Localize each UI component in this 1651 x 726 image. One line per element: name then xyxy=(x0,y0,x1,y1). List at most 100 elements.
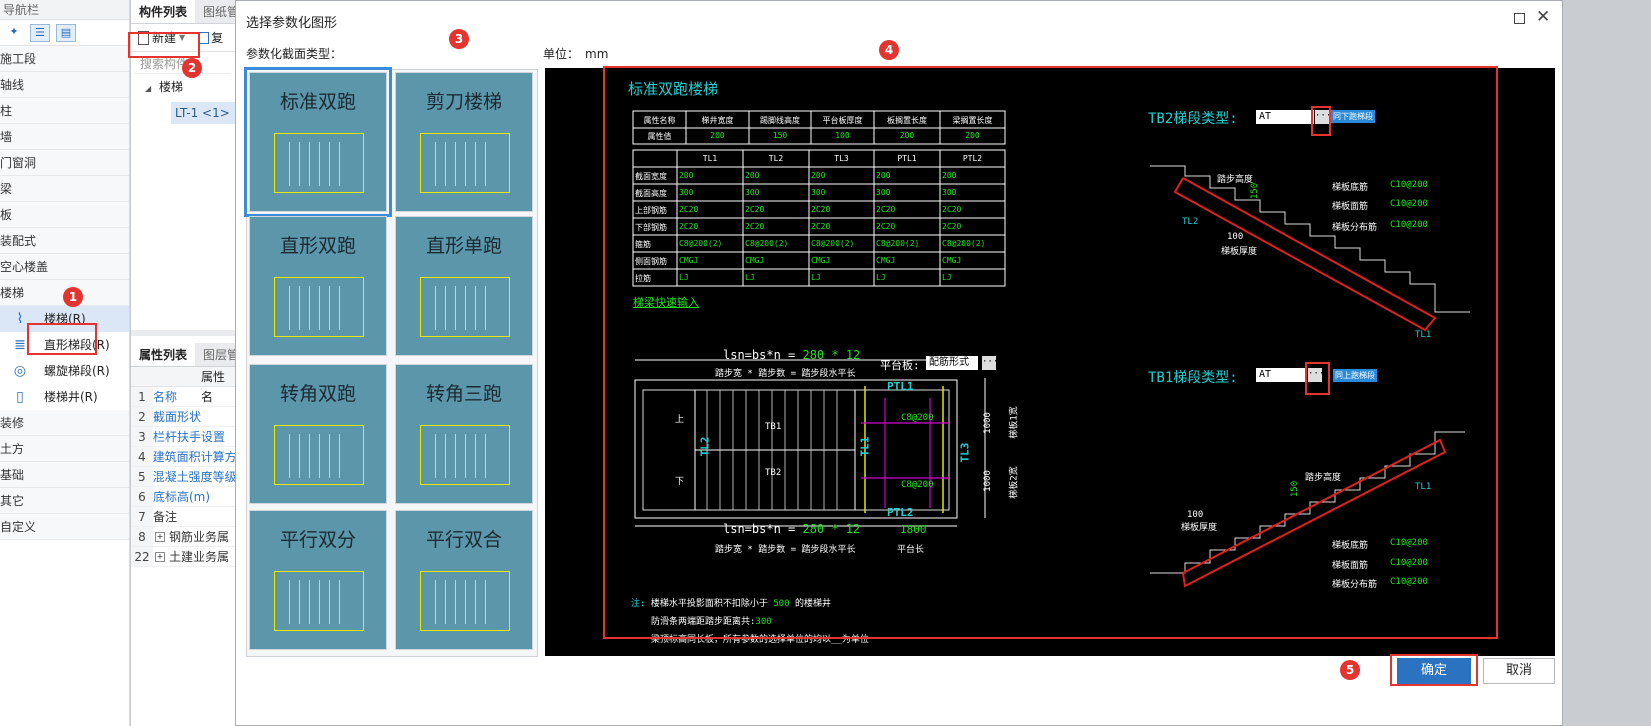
property-row[interactable]: 2 截面形状 xyxy=(131,407,235,427)
stair-step-line xyxy=(319,580,320,624)
shape-tile[interactable]: 剪刀楼梯 xyxy=(395,72,533,212)
stair-step-line xyxy=(465,434,466,478)
nav-group[interactable]: 土方 xyxy=(0,436,129,462)
nav-group[interactable]: 柱 xyxy=(0,98,129,124)
shape-tile-label: 标准双跑 xyxy=(279,91,356,113)
straight-flight-icon: ≣ xyxy=(14,337,26,353)
shape-tile[interactable]: 转角三跑 xyxy=(395,364,533,504)
shape-tile-label: 平行双分 xyxy=(279,529,356,551)
nav-group[interactable]: 墙 xyxy=(0,124,129,150)
list-view-icon[interactable]: ☰ xyxy=(30,23,50,42)
stair-step-line xyxy=(339,286,340,330)
stair-plan-icon xyxy=(274,133,364,193)
shape-tile[interactable]: 转角双跑 xyxy=(249,364,387,504)
dialog-title: 选择参数化图形 xyxy=(246,16,338,31)
nav-toolbar: ✦ ☰ ▤ xyxy=(0,20,129,46)
property-row-number: 22 xyxy=(131,547,153,566)
stair-step-line xyxy=(465,142,466,186)
nav-group[interactable]: 基础 xyxy=(0,462,129,488)
pin-icon[interactable]: ✦ xyxy=(4,24,24,42)
tree-root[interactable]: ◢ 楼梯 xyxy=(131,76,235,98)
expand-icon[interactable]: + xyxy=(155,552,165,562)
property-row-name: 底标高(m) xyxy=(153,490,211,504)
property-row-number: 7 xyxy=(131,507,153,526)
property-row[interactable]: 8 + 钢筋业务属 xyxy=(131,527,235,547)
shape-tile-label: 转角三跑 xyxy=(425,383,502,405)
detail-view-icon[interactable]: ▤ xyxy=(56,23,76,42)
shape-tile[interactable]: 平行双合 xyxy=(395,510,533,650)
nav-group[interactable]: 其它 xyxy=(0,488,129,514)
stairwell-icon: ▯ xyxy=(16,389,24,405)
stair-step-line xyxy=(445,142,446,186)
stair-step-line xyxy=(435,580,436,624)
section-type-label: 参数化截面类型： xyxy=(246,47,343,61)
property-row[interactable]: 1 名称 xyxy=(131,387,235,407)
tab-component-list[interactable]: 构件列表 xyxy=(131,0,196,23)
stair-plan-icon xyxy=(274,277,364,337)
stair-plan-icon xyxy=(274,425,364,485)
property-row[interactable]: 3 栏杆扶手设置 xyxy=(131,427,235,447)
nav-group[interactable]: 板 xyxy=(0,202,129,228)
stair-step-line xyxy=(319,434,320,478)
nav-item-stairwell[interactable]: ▯ 楼梯井(R) xyxy=(0,384,129,410)
stair-step-line xyxy=(339,434,340,478)
nav-group-list: 施工段 轴线柱墙门窗洞梁板装配式 空心楼盖 楼梯 xyxy=(0,46,129,306)
shape-tile[interactable]: 平行双分 xyxy=(249,510,387,650)
property-row-number: 3 xyxy=(131,427,153,446)
property-row-name: 名称 xyxy=(153,390,178,404)
panel-divider xyxy=(131,330,235,336)
nav-group[interactable]: 门窗洞 xyxy=(0,150,129,176)
shape-tile[interactable]: 标准双跑 xyxy=(244,67,392,217)
stair-step-line xyxy=(309,434,310,478)
property-row[interactable]: 7 备注 xyxy=(131,507,235,527)
shape-tile-label: 转角双跑 xyxy=(279,383,356,405)
stair-plan-icon xyxy=(420,277,510,337)
navigation-panel: 导航栏 ✦ ☰ ▤ 施工段 轴线柱墙门窗洞梁板装配式 空心楼盖 楼梯 ⌇ 楼梯(R) … xyxy=(0,0,130,726)
property-row[interactable]: 22 + 土建业务属 xyxy=(131,547,235,567)
tab-property-list[interactable]: 属性列表 xyxy=(131,343,196,366)
nav-group[interactable]: 轴线 xyxy=(0,72,129,98)
stair-step-line xyxy=(475,580,476,624)
cancel-button[interactable]: 取消 xyxy=(1483,658,1555,684)
property-tabs: 属性列表 图层管 xyxy=(131,343,239,367)
shape-tile[interactable]: 直形双跑 xyxy=(249,216,387,356)
stair-step-line xyxy=(309,142,310,186)
stair-plan-icon xyxy=(420,425,510,485)
nav-group[interactable]: 装配式 xyxy=(0,228,129,254)
shape-tile-label: 剪刀楼梯 xyxy=(425,91,502,113)
stair-step-line xyxy=(455,142,456,186)
maximize-icon[interactable] xyxy=(1514,13,1525,24)
nav-group[interactable]: 装修 xyxy=(0,410,129,436)
shape-tile[interactable]: 直形单跑 xyxy=(395,216,533,356)
stair-step-line xyxy=(319,142,320,186)
stair-step-line xyxy=(339,142,340,186)
highlight-tb2-button xyxy=(1311,106,1331,136)
nav-item-stairwell-label: 楼梯井(R) xyxy=(44,390,98,404)
stair-step-line xyxy=(329,580,330,624)
close-icon[interactable]: ✕ xyxy=(1536,7,1550,27)
property-row[interactable]: 4 建筑面积计算方 xyxy=(131,447,235,467)
property-row[interactable]: 6 底标高(m) xyxy=(131,487,235,507)
property-row[interactable]: 5 混凝土强度等级 xyxy=(131,467,235,487)
copy-button[interactable]: 复 xyxy=(198,29,223,46)
stair-step-line xyxy=(485,142,486,186)
expand-icon[interactable]: + xyxy=(155,532,165,542)
stair-step-line xyxy=(289,142,290,186)
nav-item-spiral-flight[interactable]: ◎ 螺旋梯段(R) xyxy=(0,358,129,384)
property-row-name: 截面形状 xyxy=(153,410,202,424)
property-row-number: 1 xyxy=(131,387,153,406)
step-badge-5: 5 xyxy=(1340,660,1360,680)
nav-group[interactable]: 施工段 xyxy=(0,46,129,72)
stair-step-line xyxy=(435,434,436,478)
tree-collapse-icon[interactable]: ◢ xyxy=(145,84,151,93)
nav-title: 导航栏 xyxy=(0,0,129,20)
stair-step-line xyxy=(299,580,300,624)
shape-tile-label: 平行双合 xyxy=(425,529,502,551)
property-row-number: 8 xyxy=(131,527,153,546)
property-row-name: 土建业务属 xyxy=(169,550,230,564)
stair-step-line xyxy=(445,286,446,330)
nav-group[interactable]: 自定义 xyxy=(0,514,129,540)
nav-group[interactable]: 梁 xyxy=(0,176,129,202)
nav-group[interactable]: 空心楼盖 xyxy=(0,254,129,280)
property-row-name: 钢筋业务属 xyxy=(169,530,230,544)
